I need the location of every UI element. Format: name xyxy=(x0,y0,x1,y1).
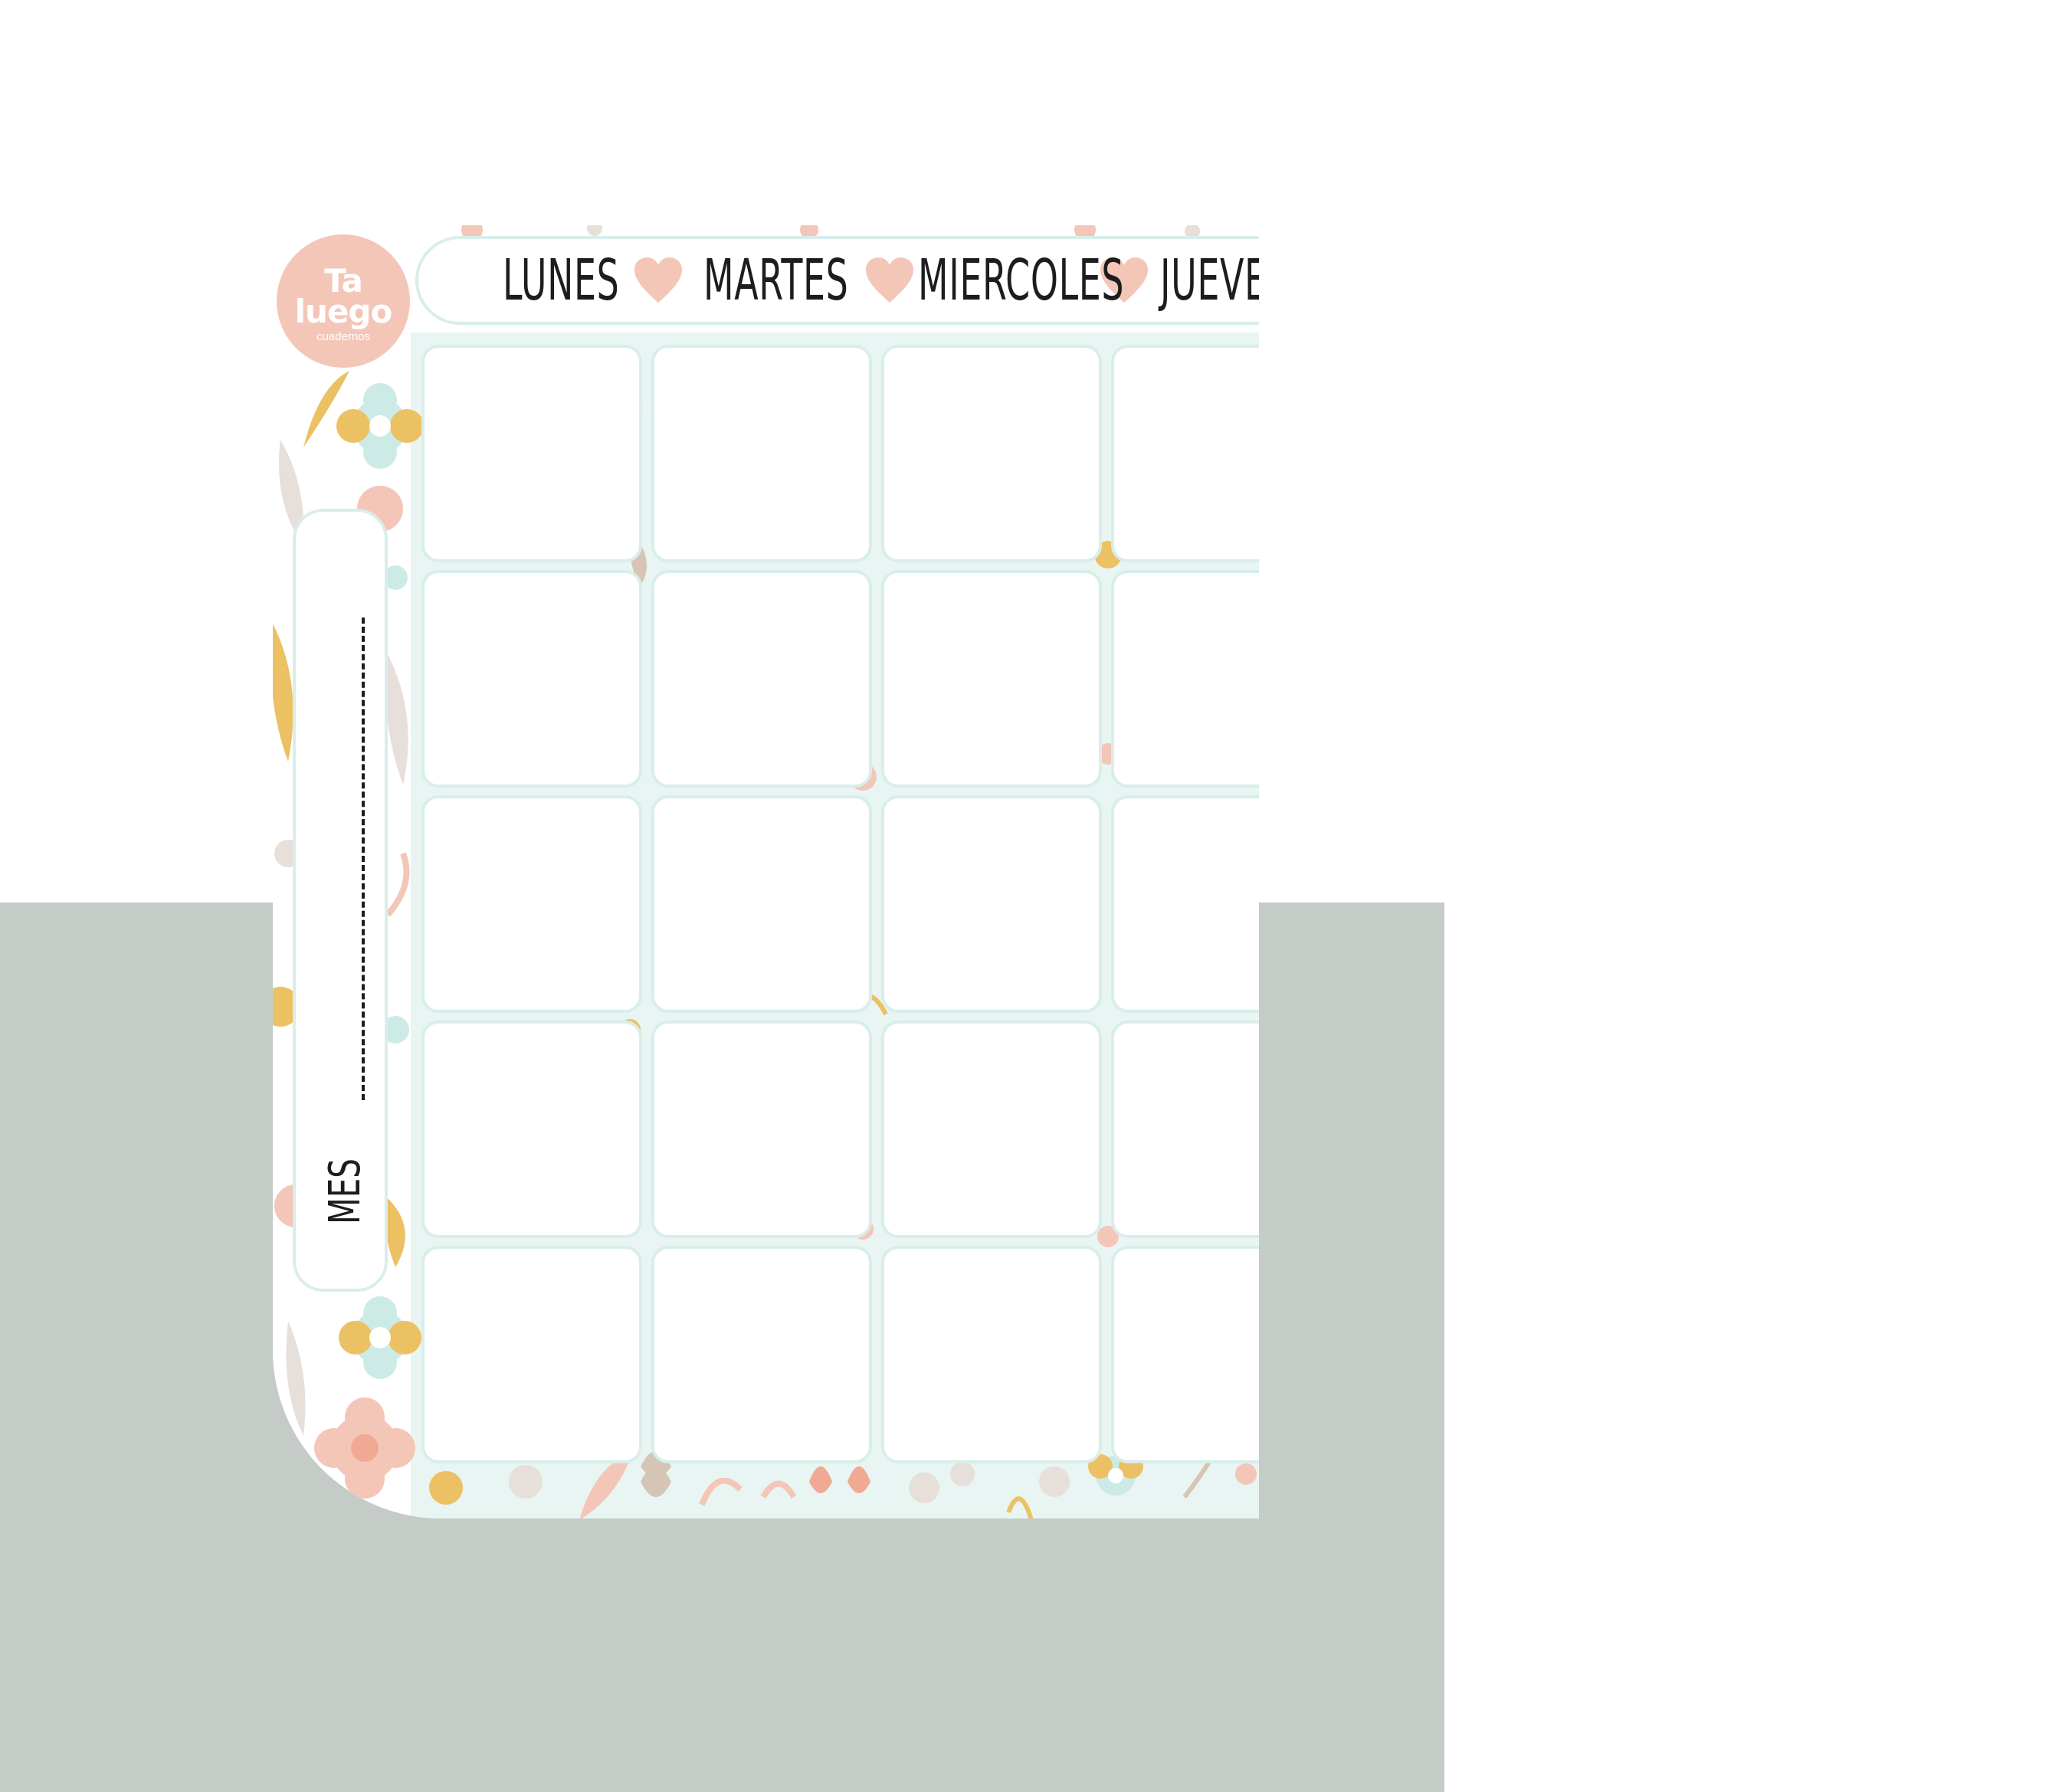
day-label-monday: LUNES xyxy=(503,247,620,313)
calendar-day-cell xyxy=(651,795,872,1013)
monthly-planner-sheet: Ta luego cuadernos LUNES MARTES MIERCOLE… xyxy=(273,225,1259,1518)
calendar-day-cell xyxy=(421,345,642,562)
weekday-header-bar: LUNES MARTES MIERCOLES JUEVES xyxy=(415,236,1259,325)
calendar-day-cell xyxy=(421,570,642,788)
heart-icon xyxy=(634,257,682,303)
month-label: MES xyxy=(320,1158,370,1224)
calendar-day-cell xyxy=(1111,1020,1259,1238)
month-field: MES xyxy=(293,509,388,1292)
day-label-thursday: JUEVES xyxy=(1160,247,1259,313)
calendar-day-cell xyxy=(881,345,1102,562)
day-label-tuesday: MARTES xyxy=(703,247,849,313)
calendar-day-cell xyxy=(421,1246,642,1463)
calendar-day-cell xyxy=(1111,1246,1259,1463)
calendar-day-cell xyxy=(881,1246,1102,1463)
logo-text-line1: Ta xyxy=(324,261,363,300)
calendar-day-cell xyxy=(651,345,872,562)
calendar-day-cell xyxy=(651,1246,872,1463)
calendar-day-cell xyxy=(421,1020,642,1238)
logo-subtitle: cuadernos xyxy=(316,329,371,343)
weekday-row: LUNES MARTES MIERCOLES JUEVES xyxy=(503,239,1259,322)
heart-icon xyxy=(866,257,913,303)
logo-text-line2: luego xyxy=(294,292,393,330)
calendar-day-cell xyxy=(651,570,872,788)
calendar-day-cell xyxy=(651,1020,872,1238)
canvas: Ta luego cuadernos LUNES MARTES MIERCOLE… xyxy=(0,0,2072,1792)
calendar-day-cell xyxy=(881,570,1102,788)
calendar-day-cell xyxy=(881,1020,1102,1238)
brand-logo: Ta luego cuadernos xyxy=(277,234,410,368)
calendar-day-cell xyxy=(1111,345,1259,562)
day-label-wednesday: MIERCOLES xyxy=(918,247,1125,313)
calendar-day-cell xyxy=(421,795,642,1013)
calendar-day-cell xyxy=(1111,570,1259,788)
month-write-line xyxy=(362,618,365,1100)
calendar-day-cell xyxy=(1111,795,1259,1013)
calendar-day-cell xyxy=(881,795,1102,1013)
